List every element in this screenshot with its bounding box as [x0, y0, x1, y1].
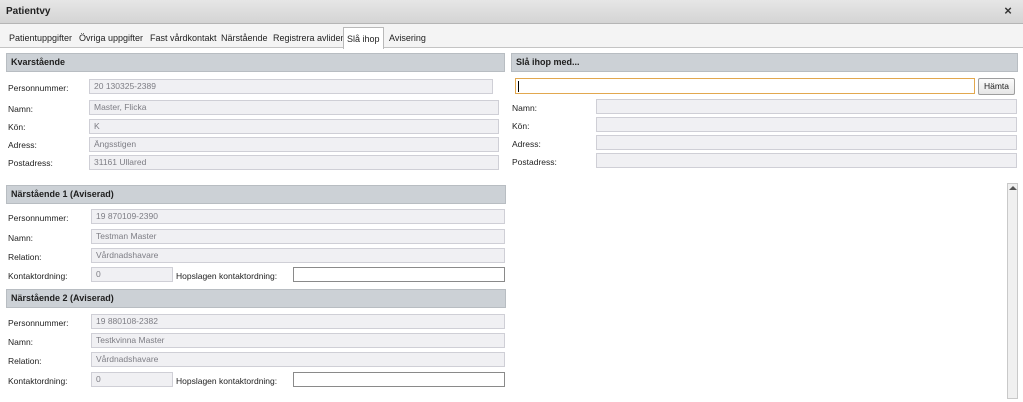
related2-hopslagen-label: Hopslagen kontaktordning:	[176, 376, 278, 386]
tab-avisering[interactable]: Avisering	[386, 30, 429, 48]
tab-strip: Patientuppgifter Övriga uppgifter Fast v…	[0, 24, 1023, 49]
section-header-merge: Slå ihop med...	[511, 53, 1018, 72]
close-icon[interactable]: ×	[1000, 3, 1016, 19]
related2-relation-field: Vårdnadshavare	[91, 352, 505, 367]
tab-registrera-avliden[interactable]: Registrera avliden	[270, 30, 349, 48]
section-header-related-1: Närstående 1 (Aviserad)	[6, 185, 506, 204]
merge-kon-label: Kön:	[512, 121, 530, 131]
postadress-field: 31161 Ullared	[89, 155, 499, 170]
section-header-related-2: Närstående 2 (Aviserad)	[6, 289, 506, 308]
tab-fast-vardkontakt[interactable]: Fast vårdkontakt	[147, 30, 220, 48]
related2-personnummer-field: 19 880108-2382	[91, 314, 505, 329]
tab-ovriga-uppgifter[interactable]: Övriga uppgifter	[76, 30, 146, 48]
text-caret	[518, 81, 519, 92]
kon-field: K	[89, 119, 499, 134]
related2-namn-label: Namn:	[8, 337, 34, 347]
merge-namn-label: Namn:	[512, 103, 538, 113]
fetch-button[interactable]: Hämta	[978, 78, 1015, 95]
merge-adress-label: Adress:	[512, 139, 541, 149]
tab-patientuppgifter[interactable]: Patientuppgifter	[6, 30, 75, 48]
personnummer-label: Personnummer:	[8, 83, 69, 93]
adress-label: Adress:	[8, 140, 37, 150]
related1-hopslagen-label: Hopslagen kontaktordning:	[176, 271, 278, 281]
tab-narstaende[interactable]: Närstående	[218, 30, 271, 48]
related1-hopslagen-input[interactable]	[293, 267, 505, 282]
related2-hopslagen-input[interactable]	[293, 372, 505, 387]
related2-kontaktordning-label: Kontaktordning:	[8, 376, 68, 386]
namn-label: Namn:	[8, 104, 34, 114]
merge-postadress-field	[596, 153, 1017, 168]
postadress-label: Postadress:	[8, 158, 53, 168]
merge-kon-field	[596, 117, 1017, 132]
merge-adress-field	[596, 135, 1017, 150]
related1-kontaktordning-label: Kontaktordning:	[8, 271, 68, 281]
kon-label: Kön:	[8, 122, 26, 132]
related2-kontaktordning-field: 0	[91, 372, 173, 387]
section-header-kvarstaende: Kvarstående	[6, 53, 505, 72]
related1-namn-field: Testman Master	[91, 229, 505, 244]
merge-namn-field	[596, 99, 1017, 114]
namn-field: Master, Flicka	[89, 100, 499, 115]
related1-personnummer-field: 19 870109-2390	[91, 209, 505, 224]
related1-relation-field: Vårdnadshavare	[91, 248, 505, 263]
window-title: Patientvy	[6, 6, 51, 17]
adress-field: Ängsstigen	[89, 137, 499, 152]
related2-relation-label: Relation:	[8, 356, 42, 366]
related1-kontaktordning-field: 0	[91, 267, 173, 282]
related1-namn-label: Namn:	[8, 233, 34, 243]
window-titlebar: Patientvy ×	[0, 0, 1023, 24]
merge-postadress-label: Postadress:	[512, 157, 557, 167]
merge-search-input[interactable]	[515, 78, 975, 94]
scroll-up-arrow-icon[interactable]	[1009, 186, 1017, 190]
related1-relation-label: Relation:	[8, 252, 42, 262]
tab-sla-ihop[interactable]: Slå ihop	[343, 27, 384, 49]
related1-personnummer-label: Personnummer:	[8, 213, 69, 223]
related2-personnummer-label: Personnummer:	[8, 318, 69, 328]
vertical-scrollbar[interactable]	[1007, 183, 1018, 399]
personnummer-field: 20 130325-2389	[89, 79, 493, 94]
related2-namn-field: Testkvinna Master	[91, 333, 505, 348]
